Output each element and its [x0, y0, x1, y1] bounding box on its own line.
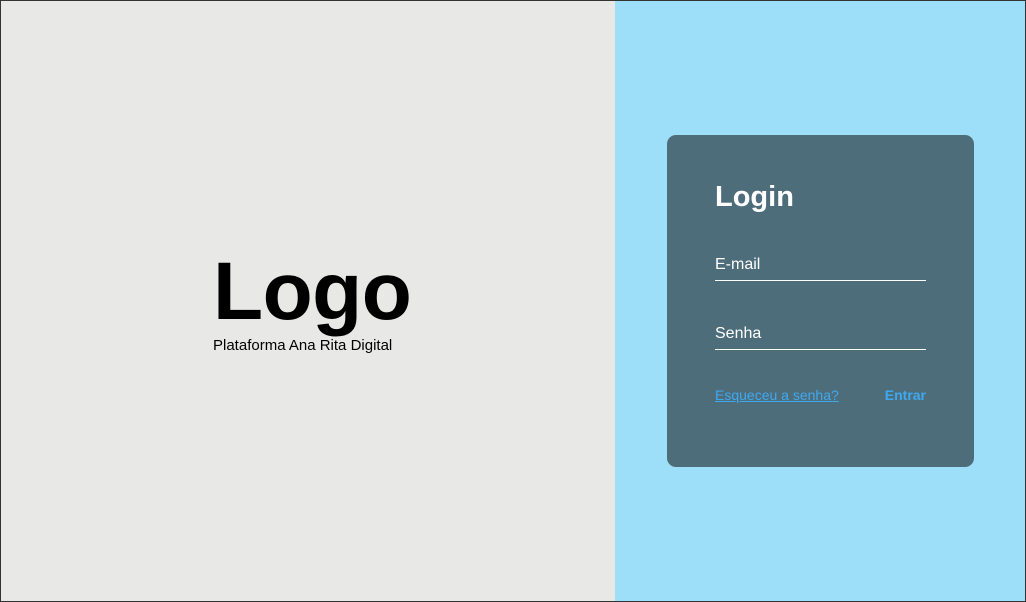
login-panel: Login Esqueceu a senha? Entrar: [615, 1, 1025, 601]
login-button[interactable]: Entrar: [885, 387, 926, 403]
brand-panel: Logo Plataforma Ana Rita Digital: [1, 1, 615, 601]
login-card: Login Esqueceu a senha? Entrar: [667, 135, 974, 467]
brand-block: Logo Plataforma Ana Rita Digital: [213, 246, 413, 355]
login-title: Login: [715, 181, 794, 213]
forgot-password-link[interactable]: Esqueceu a senha?: [715, 387, 839, 403]
tagline: Plataforma Ana Rita Digital: [213, 337, 393, 354]
email-field[interactable]: [715, 256, 926, 281]
app-window: Logo Plataforma Ana Rita Digital Login E…: [0, 0, 1026, 602]
logo: Logo: [213, 246, 412, 337]
password-field[interactable]: [715, 325, 926, 350]
